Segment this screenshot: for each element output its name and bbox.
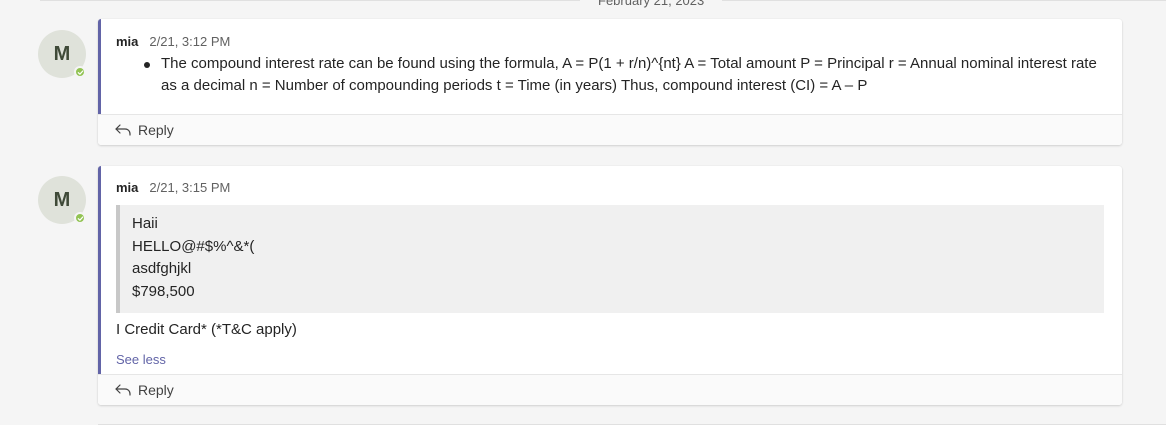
message-header: mia 2/21, 3:12 PM bbox=[116, 33, 1104, 51]
message-accent-bar bbox=[98, 19, 101, 114]
quoted-block: Haii HELLO@#$%^&*( asdfghjkl $798,500 bbox=[116, 205, 1104, 313]
date-divider: February 21, 2023 bbox=[40, 0, 1166, 9]
date-divider-label: February 21, 2023 bbox=[580, 0, 723, 9]
reply-icon bbox=[115, 384, 131, 396]
list-item: The compound interest rate can be found … bbox=[144, 53, 1104, 97]
reply-label: Reply bbox=[138, 382, 174, 398]
message-timestamp: 2/21, 3:12 PM bbox=[149, 34, 231, 49]
bullet-icon bbox=[144, 62, 150, 68]
message-text: The compound interest rate can be found … bbox=[161, 55, 1097, 94]
quote-line: $798,500 bbox=[132, 282, 195, 300]
message-accent-bar bbox=[98, 166, 101, 374]
message-header: mia 2/21, 3:15 PM bbox=[116, 179, 1104, 197]
presence-available-icon bbox=[74, 212, 86, 224]
message-card[interactable]: mia 2/21, 3:12 PM The compound interest … bbox=[98, 19, 1122, 145]
quote-line: HELLO@#$%^&*( bbox=[132, 237, 255, 255]
reply-icon bbox=[115, 124, 131, 136]
quote-line: Haii bbox=[132, 215, 158, 232]
message-text: I Credit Card* (*T&C apply) bbox=[116, 321, 297, 338]
message-bullet-list: The compound interest rate can be found … bbox=[116, 53, 1104, 97]
reply-label: Reply bbox=[138, 122, 174, 138]
message-timestamp: 2/21, 3:15 PM bbox=[149, 180, 231, 195]
reply-button[interactable]: Reply bbox=[98, 114, 1122, 145]
see-less-link[interactable]: See less bbox=[116, 351, 166, 369]
chat-thread: February 21, 2023 M mia 2/21, 3:12 PM Th… bbox=[0, 0, 1166, 425]
presence-available-icon bbox=[74, 66, 86, 78]
message-author[interactable]: mia bbox=[116, 179, 138, 197]
message-card[interactable]: mia 2/21, 3:15 PM Haii HELLO@#$%^&*( asd… bbox=[98, 166, 1122, 405]
reply-button[interactable]: Reply bbox=[98, 374, 1122, 405]
quote-line: asdfghjkl bbox=[132, 260, 192, 277]
avatar[interactable]: M bbox=[38, 30, 86, 78]
avatar[interactable]: M bbox=[38, 176, 86, 224]
message-author[interactable]: mia bbox=[116, 33, 138, 51]
